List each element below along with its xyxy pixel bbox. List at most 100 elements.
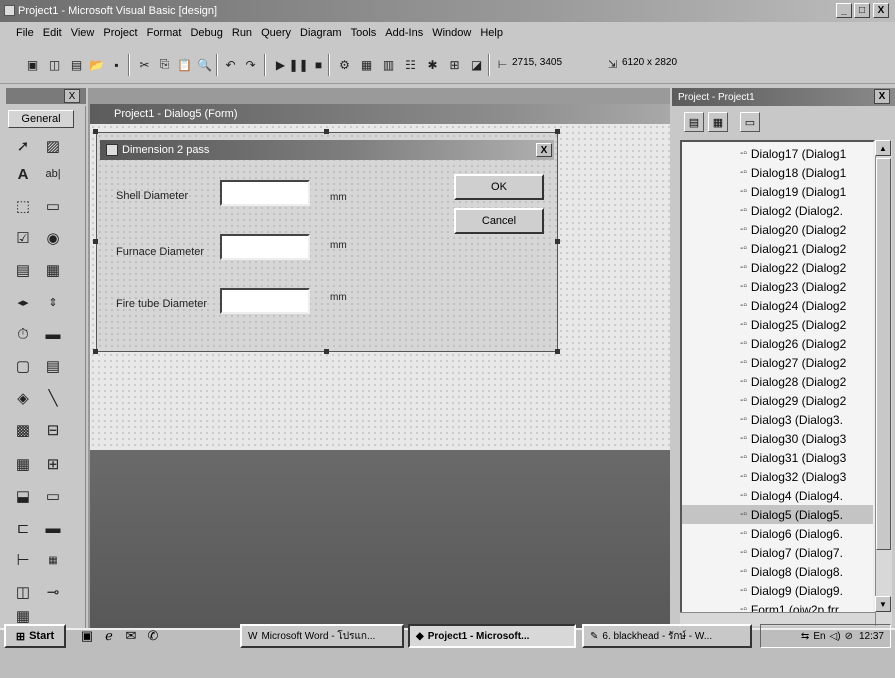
- view-code-icon[interactable]: ▤: [684, 112, 704, 132]
- resize-handle[interactable]: [324, 129, 329, 134]
- tree-item[interactable]: -▫ Dialog23 (Dialog2: [682, 277, 873, 296]
- textbox-icon[interactable]: ab|: [40, 162, 66, 186]
- close-button[interactable]: X: [873, 3, 889, 18]
- combobox-icon[interactable]: ▤: [10, 258, 36, 282]
- resize-handle[interactable]: [555, 349, 560, 354]
- find-icon[interactable]: 🔍: [196, 56, 213, 73]
- imagelist-icon[interactable]: ◫: [10, 580, 36, 604]
- menu-tools[interactable]: Tools: [351, 27, 377, 39]
- resize-handle[interactable]: [93, 129, 98, 134]
- tree-item[interactable]: -▫ Dialog8 (Dialog8.: [682, 562, 873, 581]
- tree-item[interactable]: -▫ Dialog24 (Dialog2: [682, 296, 873, 315]
- tree-item[interactable]: -▫ Dialog3 (Dialog3.: [682, 410, 873, 429]
- tree-item[interactable]: -▫ Dialog6 (Dialog6.: [682, 524, 873, 543]
- tray-app-icon[interactable]: ⊘: [845, 631, 853, 642]
- common-dialog-icon[interactable]: ⬓: [10, 484, 36, 508]
- toolbox-icon[interactable]: ✱: [424, 56, 441, 73]
- view-object-icon[interactable]: ▦: [708, 112, 728, 132]
- command-button-icon[interactable]: ▭: [40, 194, 66, 218]
- tree-item[interactable]: -▫ Dialog20 (Dialog2: [682, 220, 873, 239]
- furnace-diameter-input[interactable]: [220, 234, 310, 260]
- show-desktop-icon[interactable]: ▣: [78, 627, 96, 645]
- pointer-icon[interactable]: ➚: [10, 134, 36, 158]
- scroll-down-button[interactable]: ▼: [875, 596, 891, 612]
- line-icon[interactable]: ╲: [40, 386, 66, 410]
- end-icon[interactable]: ■: [310, 56, 327, 73]
- tree-item[interactable]: -▫ Dialog30 (Dialog3: [682, 429, 873, 448]
- resize-handle[interactable]: [93, 239, 98, 244]
- cancel-button[interactable]: Cancel: [454, 208, 544, 234]
- taskbar-vb-button[interactable]: ◆ Project1 - Microsoft...: [408, 624, 576, 648]
- menu-add-ins[interactable]: Add-Ins: [385, 27, 423, 39]
- project-tree[interactable]: -▫ Dialog17 (Dialog1 -▫ Dialog18 (Dialog1 -▫…: [680, 140, 875, 626]
- toolbox-close-button[interactable]: X: [64, 89, 80, 103]
- menu-help[interactable]: Help: [480, 27, 503, 39]
- tree-item[interactable]: -▫ Dialog7 (Dialog7.: [682, 543, 873, 562]
- tree-item[interactable]: -▫ Dialog27 (Dialog2: [682, 353, 873, 372]
- resize-handle[interactable]: [555, 129, 560, 134]
- tree-item[interactable]: -▫ Dialog4 (Dialog4.: [682, 486, 873, 505]
- properties-icon[interactable]: ▦: [358, 56, 375, 73]
- tree-item[interactable]: -▫ Dialog17 (Dialog1: [682, 144, 873, 163]
- dialog-form[interactable]: [96, 132, 558, 352]
- toolbox-general-tab[interactable]: General: [8, 110, 74, 128]
- tree-item[interactable]: -▫ Dialog22 (Dialog2: [682, 258, 873, 277]
- tree-item[interactable]: -▫ Dialog25 (Dialog2: [682, 315, 873, 334]
- tree-item[interactable]: -▫ Dialog31 (Dialog3: [682, 448, 873, 467]
- start-button[interactable]: ⊞ Start: [4, 624, 66, 648]
- project-explorer-close-button[interactable]: X: [874, 89, 890, 104]
- tree-item[interactable]: -▫ Dialog2 (Dialog2.: [682, 201, 873, 220]
- volume-icon[interactable]: ◁): [830, 631, 841, 642]
- tree-item[interactable]: -▫ Dialog29 (Dialog2: [682, 391, 873, 410]
- ole-icon[interactable]: ▦: [10, 452, 36, 476]
- tree-item[interactable]: -▫ Dialog5 (Dialog5.: [682, 505, 873, 524]
- tree-item[interactable]: -▫ Dialog19 (Dialog1: [682, 182, 873, 201]
- resize-handle[interactable]: [555, 239, 560, 244]
- menu-debug[interactable]: Debug: [190, 27, 222, 39]
- menu-diagram[interactable]: Diagram: [300, 27, 342, 39]
- channels-icon[interactable]: ✆: [144, 627, 162, 645]
- taskbar-word-button[interactable]: W Microsoft Word - โปรแก...: [240, 624, 404, 648]
- menu-project[interactable]: Project: [103, 27, 137, 39]
- cut-icon[interactable]: ✂: [136, 56, 153, 73]
- menu-format[interactable]: Format: [147, 27, 182, 39]
- form-layout-icon[interactable]: ▥: [380, 56, 397, 73]
- shape-icon[interactable]: ◈: [10, 386, 36, 410]
- tree-item[interactable]: -▫ Dialog32 (Dialog3: [682, 467, 873, 486]
- tree-item[interactable]: -▫ Dialog28 (Dialog2: [682, 372, 873, 391]
- menu-query[interactable]: Query: [261, 27, 291, 39]
- save-icon[interactable]: ▪: [108, 56, 125, 73]
- timer-icon[interactable]: ⏱: [10, 322, 36, 346]
- tree-item[interactable]: -▫ Dialog9 (Dialog9.: [682, 581, 873, 600]
- checkbox-icon[interactable]: ☑: [10, 226, 36, 250]
- frame-icon[interactable]: ⬚: [10, 194, 36, 218]
- resize-handle[interactable]: [93, 349, 98, 354]
- add-project-icon[interactable]: ▣: [24, 56, 41, 73]
- image-icon[interactable]: ▩: [10, 418, 36, 442]
- language-icon[interactable]: En: [813, 631, 825, 642]
- label-icon[interactable]: A: [10, 162, 36, 186]
- redo-icon[interactable]: ↷: [242, 56, 259, 73]
- listview-icon[interactable]: ▦: [40, 548, 66, 572]
- data-view-icon[interactable]: ⊞: [446, 56, 463, 73]
- menu-edit[interactable]: Edit: [43, 27, 62, 39]
- resize-handle[interactable]: [324, 349, 329, 354]
- object-browser-icon[interactable]: ☷: [402, 56, 419, 73]
- taskbar-doc-button[interactable]: ✎ 6. blackhead - รักษ์ - W...: [582, 624, 752, 648]
- project-explorer-icon[interactable]: ⚙: [336, 56, 353, 73]
- file-list-icon[interactable]: ▤: [40, 354, 66, 378]
- tree-item[interactable]: -▫ Dialog26 (Dialog2: [682, 334, 873, 353]
- outlook-icon[interactable]: ✉: [122, 627, 140, 645]
- open-icon[interactable]: 📂: [88, 56, 105, 73]
- picture-box-icon[interactable]: ▨: [40, 134, 66, 158]
- dialog-close-button[interactable]: X: [536, 143, 552, 157]
- shell-diameter-input[interactable]: [220, 180, 310, 206]
- vscrollbar-icon[interactable]: ⇕: [40, 290, 66, 314]
- hscrollbar-icon[interactable]: ◂▸: [10, 290, 36, 314]
- add-form-icon[interactable]: ◫: [46, 56, 63, 73]
- menu-editor-icon[interactable]: ▤: [68, 56, 85, 73]
- dir-list-icon[interactable]: ▢: [10, 354, 36, 378]
- visual-component-icon[interactable]: ◪: [468, 56, 485, 73]
- menu-file[interactable]: File: [16, 27, 34, 39]
- undo-icon[interactable]: ↶: [222, 56, 239, 73]
